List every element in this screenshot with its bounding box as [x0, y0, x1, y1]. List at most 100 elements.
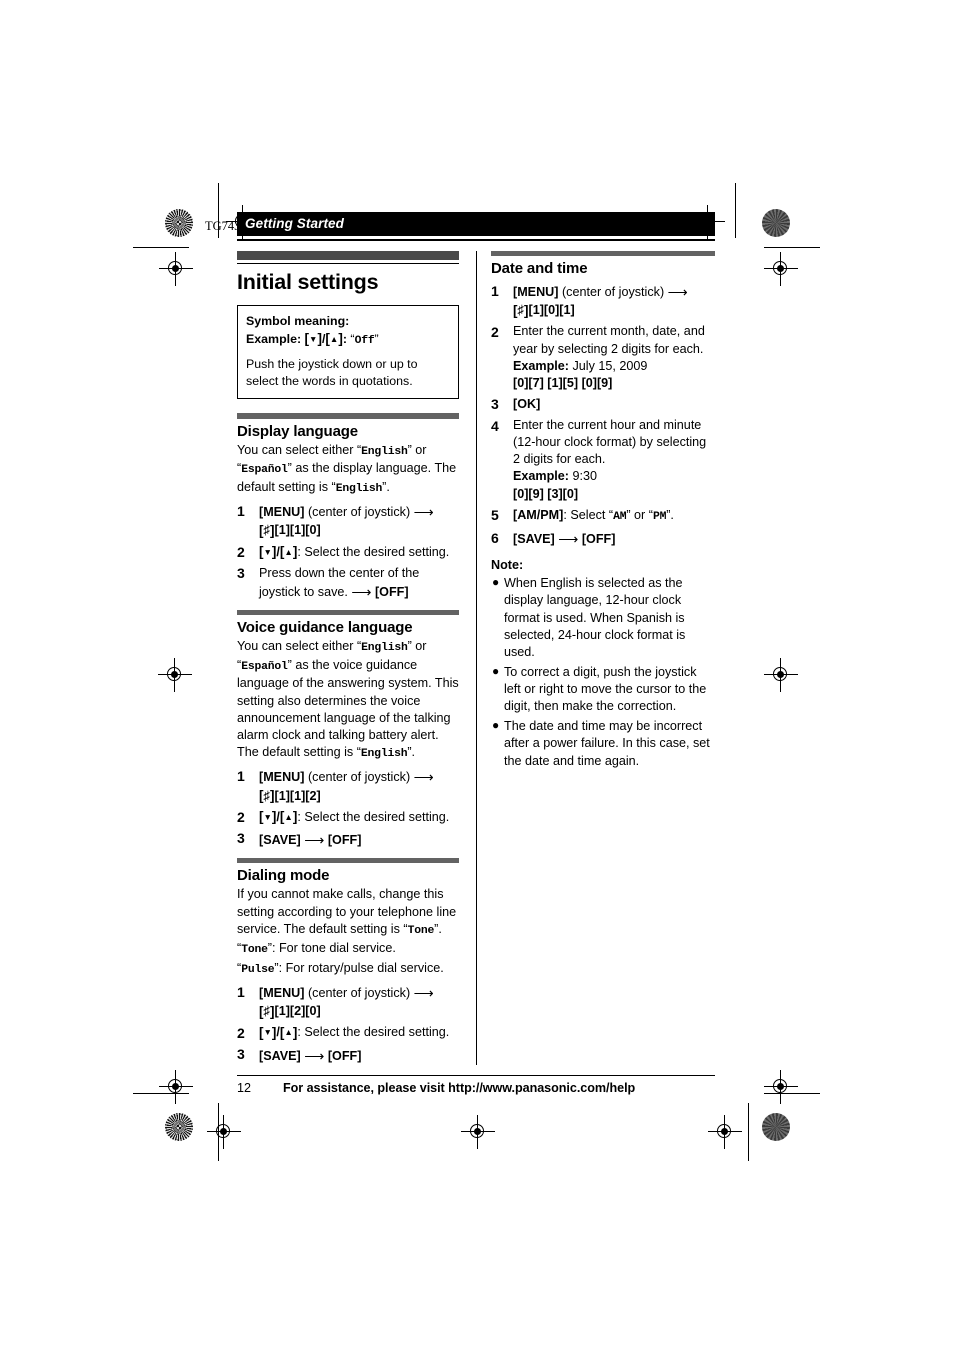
example-label-time: Example:	[513, 469, 569, 484]
section-title-voice-guidance: Voice guidance language	[237, 619, 413, 637]
page-footer: 12 For assistance, please visit http://w…	[237, 1081, 715, 1095]
steps-voice-guidance: 1 [MENU] (center of joystick) ⟶ [♯][1][1]…	[237, 767, 459, 849]
step-item: 4 Enter the current hour and minute (12-h…	[491, 417, 707, 501]
halftone-target-top-right	[762, 209, 790, 237]
step-item: 2 [▼]/[▲]: Select the desired setting.	[237, 809, 459, 826]
registration-mark-middle-left	[158, 658, 192, 692]
section-title-date-and-time: Date and time	[491, 260, 588, 278]
registration-mark-lower-right-edge	[764, 1070, 798, 1104]
bullet-icon: ●	[492, 575, 500, 590]
step-item: 1 [MENU] (center of joystick) ⟶ [♯][1][0]…	[491, 282, 688, 318]
trim-line-upper-right-horizontal	[764, 247, 820, 249]
symbol-meaning-example: Example: [▼]/[▲]: “Off”	[246, 331, 379, 347]
registration-mark-lower-left-edge	[159, 1070, 193, 1104]
steps-date-and-time: 1 [MENU] (center of joystick) ⟶ [♯][1][0]…	[491, 282, 715, 548]
registration-mark-middle-right	[764, 658, 798, 692]
symbol-meaning-box: Symbol meaning: Example: [▼]/[▲]: “Off” …	[237, 305, 459, 400]
section-title-display-language: Display language	[237, 422, 358, 440]
step-number: 2	[237, 1024, 245, 1041]
section-bar-dialing-mode	[237, 857, 459, 864]
registration-mark-bottom-center	[461, 1115, 495, 1149]
note-text: The date and time may be incorrect after…	[504, 719, 710, 768]
left-column: Initial settings Symbol meaning: Example…	[237, 250, 475, 1065]
step-number: 3	[237, 830, 245, 847]
footer-assistance-text: For assistance, please visit http://www.…	[283, 1081, 636, 1096]
registration-mark-upper-right-edge	[764, 252, 798, 286]
halftone-target-bottom-left	[165, 1113, 193, 1141]
step-item: 1 [MENU] (center of joystick) ⟶ [♯][1][2]…	[237, 983, 434, 1019]
symbol-meaning-body: Push the joystick down or up to select t…	[246, 357, 418, 389]
page-number: 12	[237, 1081, 252, 1096]
two-column-body: Initial settings Symbol meaning: Example…	[237, 250, 715, 1065]
running-head: Getting Started	[237, 212, 715, 236]
note-heading: Note:	[491, 558, 524, 573]
step-item: 3 [SAVE] ⟶ [OFF]	[237, 830, 362, 848]
section-bar-voice-guidance	[237, 609, 459, 616]
halftone-target-bottom-right	[762, 1113, 790, 1141]
registration-mark-bottom-right	[708, 1115, 742, 1149]
section-body-display-language: You can select either “English” or “Espa…	[237, 442, 457, 495]
column-divider	[476, 250, 478, 1065]
step-number: 3	[491, 396, 499, 413]
section-title-dialing-mode: Dialing mode	[237, 867, 330, 885]
step-number: 4	[491, 417, 499, 434]
note-list: ● When English is selected as the display…	[491, 575, 715, 769]
note-text: To correct a digit, push the joystick le…	[504, 664, 707, 714]
step-number: 3	[237, 1046, 245, 1063]
step-number: 2	[491, 323, 499, 340]
step-item: 3 Press down the center of the joystick t…	[237, 565, 420, 600]
manual-page: Getting Started Initial settings Symbol …	[237, 212, 715, 1095]
section-body-dialing-pulse: “Pulse”: For rotary/pulse dial service.	[237, 960, 444, 976]
step-item: 2 [▼]/[▲]: Select the desired setting.	[237, 1024, 459, 1041]
page-title: Initial settings	[237, 270, 379, 295]
symbol-example-prefix: Example:	[246, 331, 305, 346]
step-number: 3	[237, 565, 245, 582]
steps-dialing-mode: 1 [MENU] (center of joystick) ⟶ [♯][1][2]…	[237, 983, 459, 1065]
step-number: 2	[237, 809, 245, 826]
step-item: 2 Enter the current month, date, and year…	[491, 323, 705, 390]
step-number: 1	[237, 983, 245, 1000]
halftone-target-top-left	[165, 209, 193, 237]
step-number: 5	[491, 507, 499, 524]
step-number: 1	[237, 502, 245, 519]
bullet-icon: ●	[492, 663, 500, 678]
chapter-title-bar	[237, 250, 459, 260]
registration-mark-bottom-left	[207, 1115, 241, 1149]
example-value-time: 9:30	[569, 469, 598, 484]
section-body-dialing-tone: “Tone”: For tone dial service.	[237, 941, 396, 957]
step-number: 2	[237, 544, 245, 561]
symbol-meaning-label: Symbol meaning:	[246, 314, 350, 329]
trim-line-bottom-right-vertical	[748, 1103, 750, 1161]
example-value-date: July 15, 2009	[569, 358, 648, 373]
note-item: ● The date and time may be incorrect afte…	[491, 718, 715, 769]
step-item: 5 [AM/PM]: Select “AM” or “PM”.	[491, 507, 715, 526]
registration-mark-upper-left-edge	[159, 252, 193, 286]
step-item: 1 [MENU] (center of joystick) ⟶ [♯][1][1]…	[237, 502, 434, 538]
trim-line-upper-left-horizontal	[133, 247, 189, 249]
section-bar-display-language	[237, 413, 459, 419]
running-head-rule	[237, 238, 715, 241]
chapter-title-rule	[237, 262, 459, 265]
step-number: 6	[491, 529, 499, 546]
step-item: 3 [SAVE] ⟶ [OFF]	[237, 1046, 362, 1064]
step-number: 1	[491, 282, 499, 299]
note-item: ● To correct a digit, push the joystick l…	[491, 664, 715, 715]
note-item: ● When English is selected as the display…	[491, 575, 715, 661]
footer-rule	[237, 1074, 715, 1077]
section-bar-date-and-time	[491, 250, 715, 257]
right-column: Date and time 1 [MENU] (center of joystic…	[475, 250, 715, 1065]
steps-display-language: 1 [MENU] (center of joystick) ⟶ [♯][1][1]…	[237, 502, 459, 601]
example-label-date: Example:	[513, 358, 569, 373]
section-body-dialing-mode: If you cannot make calls, change this se…	[237, 887, 457, 937]
trim-line-top-right-vertical	[735, 183, 737, 238]
step-item: 6 [SAVE] ⟶ [OFF]	[491, 529, 616, 548]
step-item: 1 [MENU] (center of joystick) ⟶ [♯][1][1]…	[237, 767, 434, 804]
section-body-voice-guidance: You can select either “English” or “Espa…	[237, 639, 459, 760]
note-text: When English is selected as the display …	[504, 576, 686, 659]
trim-line-lower-right-horizontal	[764, 1093, 820, 1095]
step-item: 3 [OK]	[491, 396, 715, 413]
bullet-icon: ●	[492, 718, 500, 733]
step-number: 1	[237, 767, 245, 784]
step-item: 2 [▼]/[▲]: Select the desired setting.	[237, 544, 459, 561]
trim-line-lower-left-horizontal	[133, 1093, 189, 1095]
